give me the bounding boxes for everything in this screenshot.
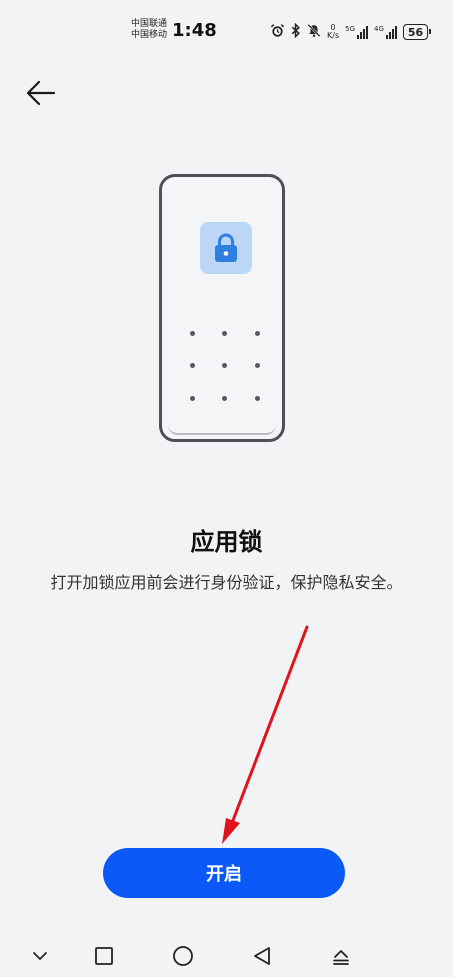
pattern-dot bbox=[190, 396, 195, 401]
eject-icon bbox=[333, 950, 349, 965]
pattern-dot bbox=[255, 331, 260, 336]
pattern-dot bbox=[222, 331, 227, 336]
net-speed: 0 K/s bbox=[327, 24, 339, 40]
pattern-dot bbox=[222, 363, 227, 368]
phone-illustration bbox=[159, 174, 285, 442]
signal-5g-icon: 5G bbox=[345, 25, 368, 39]
pattern-dot bbox=[255, 363, 260, 368]
circle-icon bbox=[173, 946, 193, 966]
nav-extra-button[interactable] bbox=[326, 941, 356, 971]
chevron-down-icon bbox=[33, 952, 47, 960]
padlock-icon bbox=[215, 233, 237, 262]
back-button[interactable] bbox=[24, 78, 58, 108]
mute-icon bbox=[307, 23, 321, 41]
carrier-1: 中国联通 bbox=[131, 19, 168, 29]
open-button[interactable]: 开启 bbox=[103, 848, 345, 898]
pattern-dot bbox=[222, 396, 227, 401]
square-icon bbox=[95, 947, 113, 965]
page-description: 打开加锁应用前会进行身份验证，保护隐私安全。 bbox=[50, 573, 403, 592]
battery-icon: 56 bbox=[402, 24, 432, 40]
triangle-left-icon bbox=[254, 947, 270, 965]
battery-level: 56 bbox=[407, 25, 424, 39]
nav-back-button[interactable] bbox=[247, 941, 277, 971]
carrier-names: 中国联通 中国移动 bbox=[131, 19, 167, 41]
net-speed-unit: K/s bbox=[327, 31, 340, 40]
nav-collapse-button[interactable] bbox=[25, 941, 55, 971]
status-bar: 中国联通 中国移动 1:48 0 K/s 5G 4G 56 bbox=[0, 0, 453, 60]
signal-4g-label: 4G bbox=[374, 25, 384, 33]
bluetooth-icon bbox=[291, 22, 301, 41]
status-icons: 0 K/s 5G 4G 56 bbox=[270, 20, 432, 44]
signal-5g-label: 5G bbox=[345, 25, 355, 33]
lock-tile bbox=[200, 222, 252, 274]
pattern-dots bbox=[184, 325, 260, 401]
pattern-dot bbox=[190, 363, 195, 368]
carrier-2: 中国移动 bbox=[131, 30, 168, 40]
alarm-icon bbox=[270, 23, 285, 41]
pattern-dot bbox=[190, 331, 195, 336]
nav-recents-button[interactable] bbox=[89, 941, 119, 971]
system-nav-bar bbox=[0, 935, 453, 977]
pattern-dot bbox=[255, 396, 260, 401]
annotation-arrow bbox=[222, 625, 309, 844]
nav-home-button[interactable] bbox=[168, 941, 198, 971]
status-time: 1:48 bbox=[172, 20, 217, 41]
signal-4g-icon: 4G bbox=[374, 25, 397, 39]
page-title: 应用锁 bbox=[190, 528, 263, 556]
arrow-left-icon bbox=[26, 80, 56, 106]
